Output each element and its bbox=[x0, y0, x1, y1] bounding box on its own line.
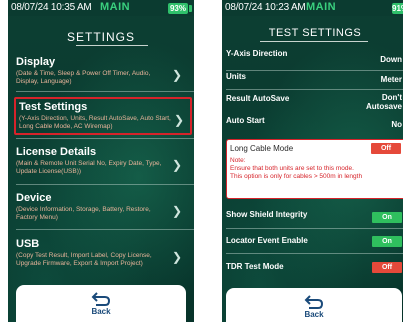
status-mode: MAIN bbox=[100, 1, 131, 13]
divider bbox=[226, 70, 403, 71]
menu-item-title: Device bbox=[16, 192, 52, 204]
tdr-test-mode-toggle[interactable]: Off bbox=[372, 262, 402, 273]
setting-label: Result AutoSave bbox=[226, 94, 290, 103]
setting-label: Auto Start bbox=[226, 116, 265, 125]
menu-item-description: (Main & Remote Unit Serial No, Expiry Da… bbox=[16, 160, 162, 175]
locator-event-enable-toggle[interactable]: On bbox=[372, 236, 402, 247]
setting-auto-start[interactable]: Auto Start No bbox=[226, 116, 403, 132]
back-label: Back bbox=[304, 310, 324, 319]
menu-item-title: Display bbox=[16, 56, 56, 68]
divider bbox=[226, 253, 403, 254]
setting-units[interactable]: Units Meter bbox=[226, 72, 403, 88]
setting-label: TDR Test Mode bbox=[226, 262, 284, 271]
menu-item-title: USB bbox=[16, 238, 40, 250]
divider bbox=[16, 138, 194, 139]
divider bbox=[16, 184, 194, 185]
setting-tdr-test-mode: TDR Test Mode Off bbox=[226, 262, 403, 278]
long-cable-note: Note: Ensure that both units are set to … bbox=[230, 157, 363, 180]
status-mode: MAIN bbox=[306, 1, 337, 13]
status-bar: 08/07/24 10:23 AM MAIN 91% bbox=[222, 0, 403, 16]
status-time: 08/07/24 10:23 AM bbox=[225, 2, 306, 13]
setting-label: Show Shield Integrity bbox=[226, 210, 308, 219]
menu-item-license-details[interactable]: License Details (Main & Remote Unit Seri… bbox=[16, 146, 188, 176]
menu-item-device[interactable]: Device (Device Information, Storage, Bat… bbox=[16, 192, 188, 222]
setting-label: Y-Axis Direction bbox=[226, 49, 288, 58]
back-button[interactable]: Back bbox=[16, 285, 186, 322]
setting-show-shield-integrity: Show Shield Integrity On bbox=[226, 210, 403, 226]
chevron-right-icon: ❯ bbox=[173, 113, 184, 127]
battery-indicator: 93% bbox=[168, 3, 188, 14]
back-arrow-icon bbox=[91, 292, 111, 306]
chevron-right-icon: ❯ bbox=[171, 250, 182, 264]
setting-value: No bbox=[391, 120, 402, 129]
divider bbox=[16, 229, 194, 230]
menu-item-title: Test Settings bbox=[19, 101, 88, 113]
back-button[interactable]: Back bbox=[226, 288, 402, 322]
divider bbox=[226, 228, 403, 229]
setting-value: Down bbox=[380, 55, 402, 64]
setting-label: Units bbox=[226, 72, 246, 81]
page-title: SETTINGS bbox=[66, 30, 135, 44]
page-title: TEST SETTINGS bbox=[268, 27, 362, 39]
menu-item-description: (Date & Time, Sleep & Power Off Timer, A… bbox=[16, 70, 151, 85]
menu-item-test-settings[interactable]: Test Settings (Y-Axis Direction, Units, … bbox=[14, 97, 192, 135]
back-arrow-icon bbox=[304, 295, 324, 309]
menu-item-display[interactable]: Display (Date & Time, Sleep & Power Off … bbox=[16, 56, 188, 86]
chevron-right-icon: ❯ bbox=[171, 68, 182, 82]
long-cable-mode-setting: Long Cable Mode Off Note: Ensure that bo… bbox=[226, 139, 403, 199]
chevron-right-icon: ❯ bbox=[171, 158, 182, 172]
long-cable-mode-toggle[interactable]: Off bbox=[371, 143, 401, 154]
status-time: 08/07/24 10:35 AM bbox=[11, 2, 92, 13]
setting-value: Don't Autosave bbox=[365, 93, 402, 111]
battery-icon bbox=[189, 5, 192, 12]
setting-locator-event-enable: Locator Event Enable On bbox=[226, 236, 403, 252]
title-underline bbox=[76, 45, 148, 46]
test-settings-screen: 08/07/24 10:23 AM MAIN 91% TEST SETTINGS… bbox=[222, 0, 403, 322]
menu-item-description: (Device Information, Storage, Battery, R… bbox=[16, 206, 151, 221]
settings-screen: 08/07/24 10:35 AM MAIN 93% SETTINGS Disp… bbox=[8, 0, 194, 322]
back-label: Back bbox=[91, 307, 111, 316]
setting-y-axis-direction[interactable]: Y-Axis Direction Down bbox=[226, 49, 403, 65]
menu-item-description: (Copy Test Result, Import Label, Copy Li… bbox=[16, 252, 152, 267]
show-shield-integrity-toggle[interactable]: On bbox=[372, 212, 402, 223]
menu-item-title: License Details bbox=[16, 146, 97, 158]
battery-indicator: 91% bbox=[392, 3, 403, 14]
setting-result-autosave[interactable]: Result AutoSave Don't Autosave bbox=[226, 93, 403, 111]
menu-item-description: (Y-Axis Direction, Units, Result AutoSav… bbox=[19, 115, 171, 130]
divider bbox=[226, 89, 403, 90]
chevron-right-icon: ❯ bbox=[171, 204, 182, 218]
status-bar: 08/07/24 10:35 AM MAIN 93% bbox=[8, 0, 194, 16]
menu-item-usb[interactable]: USB (Copy Test Result, Import Label, Cop… bbox=[16, 238, 188, 268]
divider bbox=[16, 91, 194, 92]
setting-label: Long Cable Mode bbox=[230, 144, 294, 153]
setting-value: Meter bbox=[380, 75, 402, 84]
setting-label: Locator Event Enable bbox=[226, 236, 308, 245]
title-underline bbox=[260, 41, 368, 42]
